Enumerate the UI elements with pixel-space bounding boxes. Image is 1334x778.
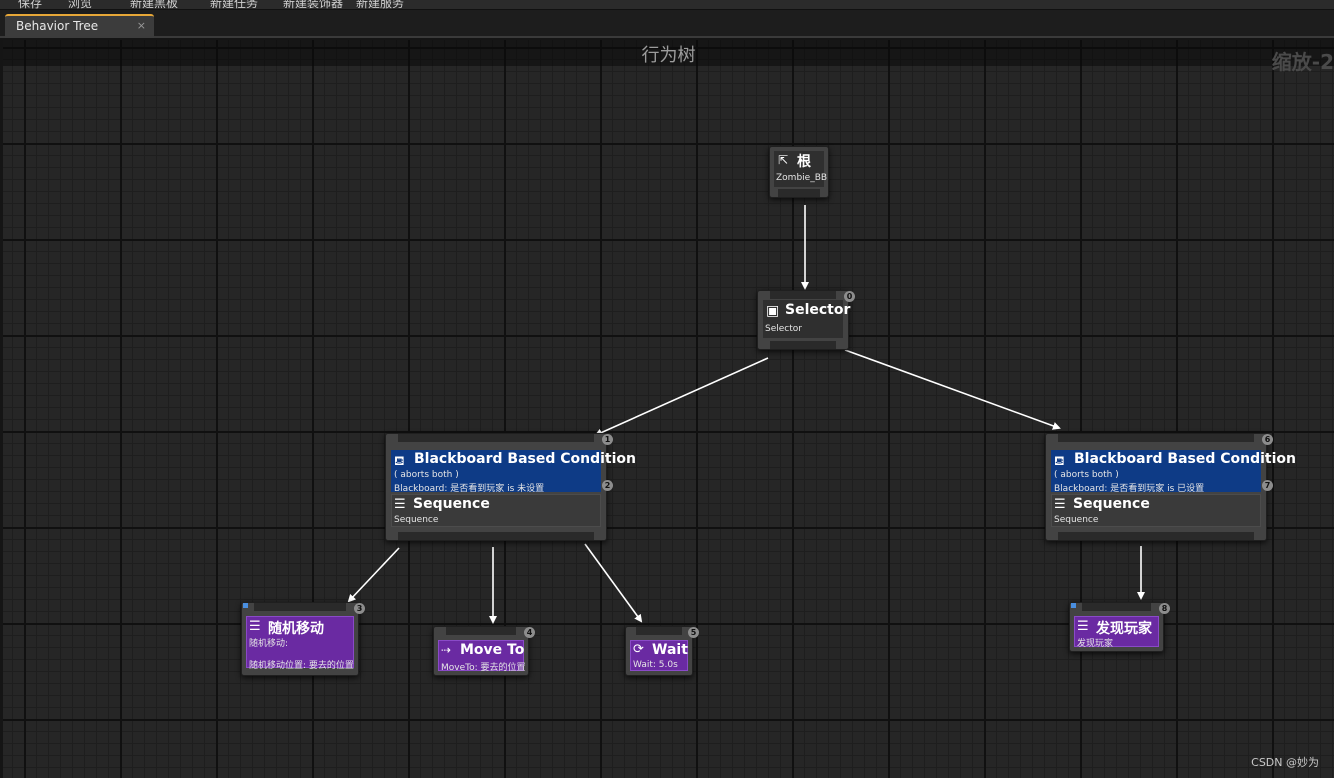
node-right-sequence[interactable]: ⛾ Blackboard Based Condition ( aborts bo… [1045,433,1296,541]
input-pin[interactable] [446,627,516,635]
wire-left-random [347,547,400,603]
right-condition-aborts: ( aborts both ) [1054,470,1119,480]
input-pin[interactable] [1082,603,1151,611]
tab-label: Behavior Tree [16,19,99,33]
find-player-subtitle: 发现玩家 [1077,639,1114,649]
task-icon: ☰ [249,619,261,634]
input-pin[interactable] [398,434,594,442]
wait-subtitle: Wait: 5.0s [633,660,678,670]
blackboard-condition-icon: ⛾ [394,454,405,469]
left-condition-aborts: ( aborts both ) [394,470,459,480]
execution-index-badge: 0 [844,291,855,302]
left-condition-key: Blackboard: 是否看到玩家 is 未设置 [394,484,545,494]
close-icon[interactable]: × [137,19,146,32]
menu-item-browse[interactable]: 浏览 [68,0,92,9]
node-wait[interactable]: ⟳ Wait Wait: 5.0s 5 [625,626,699,676]
node-random-move[interactable]: ☰ 随机移动 随机移动: 随机移动位置: 要去的位置 3 [241,602,365,676]
input-pin[interactable] [254,603,346,611]
watermark: CSDN @妙为 [1251,756,1319,769]
execution-index-badge: 6 [1262,434,1273,445]
output-pin[interactable] [778,189,820,197]
execution-index-badge: 2 [602,480,613,491]
node-root[interactable]: ⇱ 根 Zombie_BB [769,146,829,198]
menu-item-new-task[interactable]: 新建任务 [210,0,258,9]
random-move-line1: 随机移动: [249,639,289,649]
right-sequence-title: Sequence [1073,496,1150,512]
random-move-title: 随机移动 [268,621,324,637]
wait-icon: ⟳ [633,642,644,657]
sequence-icon: ☰ [1054,497,1066,512]
find-player-body: ☰ 发现玩家 发现玩家 [1074,616,1159,649]
selector-body: ▣ Selector Selector [763,300,850,338]
execution-index-badge: 7 [1262,480,1273,491]
sequence-icon: ☰ [394,497,406,512]
wait-title: Wait [652,642,688,658]
menu-item-new-service[interactable]: 新建服务 [356,0,404,9]
move-to-subtitle: MoveTo: 要去的位置 [441,663,526,673]
output-pin[interactable] [770,341,836,349]
graph-canvas[interactable]: 行为树 缩放-2 ⇱ 根 Zombie_BB ▣ Selector Select… [3,40,1334,778]
right-condition-key: Blackboard: 是否看到玩家 is 已设置 [1054,484,1205,494]
menu-item-new-blackboard[interactable]: 新建黑板 [130,0,178,9]
execution-index-badge: 3 [354,603,365,614]
node-left-sequence[interactable]: ⛾ Blackboard Based Condition ( aborts bo… [385,433,636,541]
menu-item-new-decorator[interactable]: 新建装饰器 [283,0,343,9]
root-title: 根 [797,154,811,170]
menu-bar: 保存 浏览 新建黑板 新建任务 新建装饰器 新建服务 [0,0,1334,10]
right-condition-title: Blackboard Based Condition [1074,451,1297,467]
node-find-player[interactable]: ☰ 发现玩家 发现玩家 8 [1069,602,1170,652]
move-to-icon: ⇢ [441,643,452,657]
input-pin[interactable] [770,291,836,299]
left-condition-decorator[interactable]: ⛾ Blackboard Based Condition ( aborts bo… [391,450,636,494]
root-body: ⇱ 根 Zombie_BB [774,151,828,187]
selector-subtitle: Selector [765,324,802,334]
random-move-line2: 随机移动位置: 要去的位置 [249,661,354,671]
execution-index-badge: 4 [524,627,535,638]
tab-behavior-tree[interactable]: Behavior Tree × [5,14,154,38]
right-sequence-subtitle: Sequence [1054,515,1099,525]
selector-icon: ▣ [766,303,780,319]
execution-index-badge: 5 [688,627,699,638]
menu-item-save[interactable]: 保存 [18,0,42,9]
execution-index-badge: 8 [1159,603,1170,614]
blueprint-task-marker [243,603,248,608]
blackboard-condition-icon: ⛾ [1054,454,1065,469]
wire-selector-left [594,357,769,437]
move-to-body: ⇢ Move To MoveTo: 要去的位置 [438,640,526,673]
output-pin[interactable] [1058,532,1254,540]
left-sequence-title: Sequence [413,496,490,512]
input-pin[interactable] [636,627,682,635]
right-condition-decorator[interactable]: ⛾ Blackboard Based Condition ( aborts bo… [1051,450,1296,494]
tab-strip: Behavior Tree × [0,10,1334,38]
wait-body: ⟳ Wait Wait: 5.0s [630,640,688,671]
output-pin[interactable] [398,532,594,540]
task-icon: ☰ [1077,619,1089,634]
wire-left-wait [584,543,643,623]
random-move-body: ☰ 随机移动 随机移动: 随机移动位置: 要去的位置 [246,616,354,671]
right-sequence-body: ☰ Sequence Sequence [1051,494,1261,527]
blueprint-task-marker [1071,603,1076,608]
selector-title: Selector [785,302,851,318]
node-move-to[interactable]: ⇢ Move To MoveTo: 要去的位置 4 [433,626,535,676]
root-branch-icon: ⇱ [778,153,789,167]
input-pin[interactable] [1058,434,1254,442]
node-selector[interactable]: ▣ Selector Selector 0 [757,290,855,350]
left-sequence-body: ☰ Sequence Sequence [391,494,601,527]
left-condition-title: Blackboard Based Condition [414,451,637,467]
find-player-title: 发现玩家 [1096,621,1152,637]
move-to-title: Move To [460,642,525,658]
wire-selector-right [844,349,1061,430]
left-sequence-subtitle: Sequence [394,515,439,525]
root-subtitle: Zombie_BB [776,173,828,183]
execution-index-badge: 1 [602,434,613,445]
